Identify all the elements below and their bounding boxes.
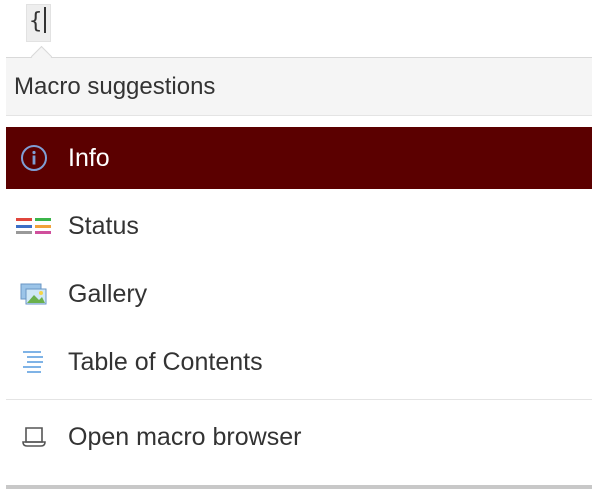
macro-item-table-of-contents[interactable]: Table of Contents — [6, 331, 592, 393]
dropdown-divider — [6, 399, 592, 400]
macro-item-label: Table of Contents — [68, 347, 263, 376]
macro-item-info[interactable]: Info — [6, 127, 592, 189]
macro-suggestions-list: Info Status Gallery Table of Contents Op… — [6, 127, 592, 474]
macro-item-status[interactable]: Status — [6, 195, 592, 257]
editor-area[interactable]: { — [0, 0, 592, 44]
macro-item-label: Open macro browser — [68, 422, 302, 451]
macro-item-gallery[interactable]: Gallery — [6, 263, 592, 325]
table-of-contents-icon — [16, 344, 52, 380]
macro-item-label: Status — [68, 211, 139, 240]
macro-item-label: Info — [68, 143, 110, 172]
typed-brace: { — [29, 9, 43, 34]
macro-browser-icon — [16, 419, 52, 455]
dropdown-header: Macro suggestions — [6, 58, 592, 116]
open-macro-browser-item[interactable]: Open macro browser — [6, 406, 592, 468]
macro-suggestions-dropdown: Macro suggestions Info Status Gallery Ta… — [6, 57, 592, 489]
status-icon — [16, 208, 52, 244]
gallery-icon — [16, 276, 52, 312]
macro-item-label: Gallery — [68, 279, 148, 308]
info-icon — [16, 140, 52, 176]
text-caret — [44, 7, 47, 33]
typed-text[interactable]: { — [26, 4, 52, 42]
